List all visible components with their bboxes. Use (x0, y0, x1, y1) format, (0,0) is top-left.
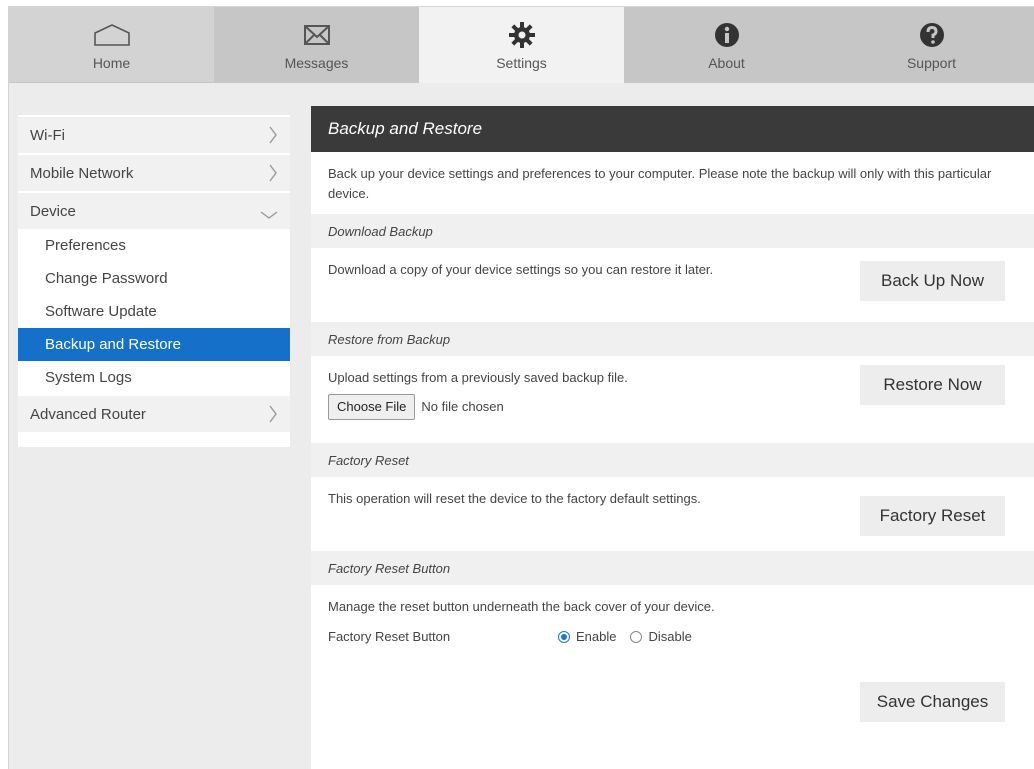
sidebar-item-label: Device (30, 202, 76, 220)
restore-now-button[interactable]: Restore Now (860, 365, 1005, 405)
section-header-restore: Restore from Backup (311, 322, 1034, 356)
sidebar-subitem-preferences[interactable]: Preferences (18, 229, 290, 262)
disable-radio-label: Disable (648, 629, 692, 644)
sidebar-subitem-label: Backup and Restore (45, 336, 181, 353)
tab-about[interactable]: About (624, 7, 829, 83)
intro-text: Back up your device settings and prefere… (328, 166, 992, 201)
main-panel: Backup and Restore Back up your device s… (311, 106, 1034, 769)
chevron-right-icon (268, 405, 278, 427)
sidebar-item-label: Advanced Router (30, 405, 146, 423)
chevron-right-icon (268, 126, 278, 148)
file-status: No file chosen (421, 399, 504, 414)
app-frame: Home Messages Settings About Support Wi-… (8, 6, 1034, 769)
section-header-factory-reset: Factory Reset (311, 443, 1034, 477)
tab-settings-label: Settings (496, 55, 547, 71)
sidebar-item-wifi[interactable]: Wi-Fi (18, 117, 290, 153)
tab-messages-label: Messages (284, 55, 349, 71)
section-header-download: Download Backup (311, 214, 1034, 248)
section-header-reset-button: Factory Reset Button (311, 551, 1034, 585)
sidebar-item-label: Mobile Network (30, 164, 134, 182)
sidebar-item-mobile-network[interactable]: Mobile Network (18, 155, 290, 191)
top-nav: Home Messages Settings About Support (9, 7, 1034, 83)
disable-radio[interactable]: Disable (630, 627, 692, 647)
enable-radio[interactable]: Enable (558, 627, 616, 647)
home-icon (92, 21, 132, 49)
sidebar-subitem-label: Change Password (45, 270, 168, 287)
chevron-down-icon (260, 207, 278, 224)
section-restore: Upload settings from a previously saved … (311, 356, 1034, 443)
tab-support[interactable]: Support (829, 7, 1034, 83)
reset-button-setting: Factory Reset Button Enable Disable (328, 627, 1018, 647)
sidebar-subitem-label: System Logs (45, 369, 132, 386)
section-reset-button: Manage the reset button underneath the b… (311, 585, 1034, 745)
section-download: Download a copy of your device settings … (311, 248, 1034, 322)
chevron-right-icon (268, 164, 278, 186)
envelope-icon (303, 21, 331, 49)
section-factory-reset: This operation will reset the device to … (311, 477, 1034, 551)
sidebar-subitem-system-logs[interactable]: System Logs (18, 361, 290, 394)
sidebar-subitem-label: Preferences (45, 237, 126, 254)
sidebar-subitem-backup-restore[interactable]: Backup and Restore (18, 328, 290, 361)
file-chooser: Choose File No file chosen (328, 394, 504, 420)
tab-about-label: About (708, 55, 745, 71)
sidebar: Wi-Fi Mobile Network Device Preferences … (18, 115, 290, 447)
gear-icon (508, 21, 536, 49)
info-icon (714, 21, 740, 49)
sidebar-subitem-change-password[interactable]: Change Password (18, 262, 290, 295)
sidebar-item-label: Wi-Fi (30, 126, 65, 144)
download-description: Download a copy of your device settings … (328, 262, 714, 277)
tab-support-label: Support (906, 55, 957, 71)
question-icon (919, 21, 945, 49)
factory-reset-button[interactable]: Factory Reset (860, 496, 1005, 536)
radio-checked-icon (558, 631, 570, 643)
reset-button-description: Manage the reset button underneath the b… (328, 599, 715, 614)
choose-file-button[interactable]: Choose File (328, 394, 416, 420)
tab-settings[interactable]: Settings (419, 7, 624, 83)
sidebar-subitem-label: Software Update (45, 303, 157, 320)
page-title: Backup and Restore (311, 106, 1034, 152)
tab-home-label: Home (92, 55, 131, 71)
sidebar-item-advanced-router[interactable]: Advanced Router (18, 396, 290, 432)
reset-button-label: Factory Reset Button (328, 629, 451, 644)
save-changes-button[interactable]: Save Changes (860, 682, 1005, 722)
enable-radio-label: Enable (576, 629, 617, 644)
tab-home[interactable]: Home (9, 7, 214, 83)
sidebar-item-device[interactable]: Device (18, 193, 290, 229)
back-up-now-button[interactable]: Back Up Now (860, 261, 1005, 301)
sidebar-subitem-software-update[interactable]: Software Update (18, 295, 290, 328)
tab-messages[interactable]: Messages (214, 7, 419, 83)
radio-unchecked-icon (630, 631, 643, 643)
